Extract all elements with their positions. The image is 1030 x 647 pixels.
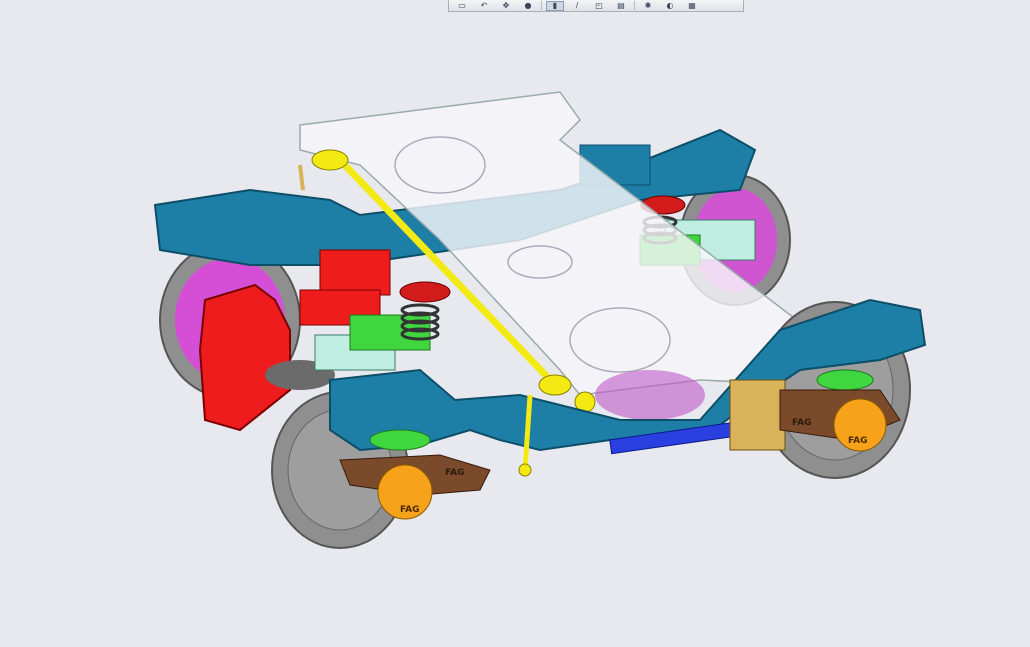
bearing-label-right2: FAG [792,418,811,428]
cad-viewport[interactable]: FAG FAG FAG FAG [0,0,1030,647]
bogie-model[interactable]: FAG FAG FAG FAG [0,0,1030,647]
bearing-label-front: FAG [400,505,419,515]
brake-bracket[interactable] [729,379,786,451]
bearing-label-left: FAG [445,468,464,478]
bearing-label-right: FAG [848,436,867,446]
